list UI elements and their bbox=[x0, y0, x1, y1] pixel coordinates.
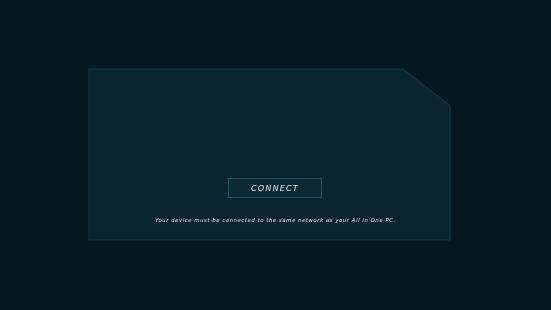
connection-panel bbox=[88, 68, 451, 241]
connect-button-label: Connect bbox=[251, 183, 299, 193]
network-hint-text: Your device must be connected to the sam… bbox=[155, 218, 396, 224]
connect-button[interactable]: Connect bbox=[228, 178, 322, 198]
app-screen: Connect Your device must be connected to… bbox=[0, 0, 551, 310]
panel-frame bbox=[88, 68, 451, 241]
